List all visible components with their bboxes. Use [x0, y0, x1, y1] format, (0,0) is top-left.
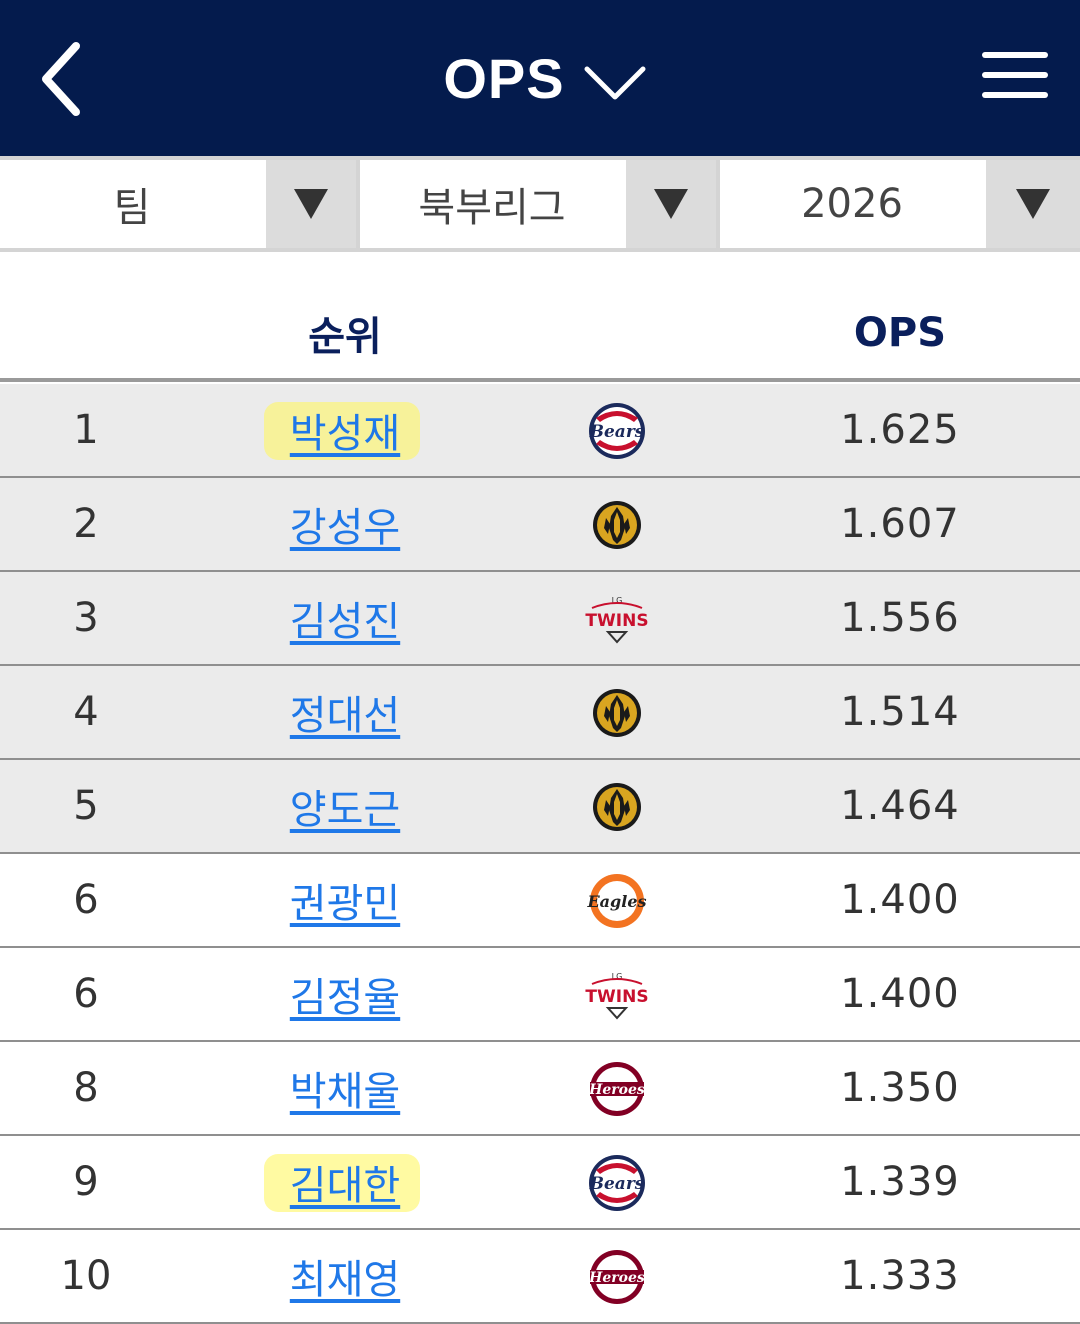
league-filter-value: 북부리그: [418, 185, 566, 231]
year-filter-value: 2026: [801, 181, 903, 227]
dropdown-arrow-icon[interactable]: [626, 160, 716, 248]
player-name-cell: 권광민: [230, 854, 460, 946]
svg-text:TWINS: TWINS: [585, 611, 648, 631]
table-row: 4 정대선 1.514: [0, 666, 1080, 760]
stat-category-dropdown[interactable]: OPS: [433, 46, 646, 111]
ops-value-cell: 1.400: [840, 971, 960, 1017]
ops-value-cell: 1.464: [840, 783, 960, 829]
ops-value-cell: 1.333: [840, 1253, 960, 1299]
player-name-link[interactable]: 양도근: [290, 777, 400, 835]
player-name-link[interactable]: 김대한: [290, 1153, 400, 1211]
rank-column-header[interactable]: 순위: [230, 308, 460, 360]
chevron-down-icon: [584, 66, 646, 100]
table-row: 6 권광민 Eagles 1.400: [0, 854, 1080, 948]
svg-text:Bears: Bears: [589, 1174, 645, 1194]
team-logo-icon: Bears: [589, 1155, 645, 1211]
filter-bar: 팀 북부리그 2026: [0, 156, 1080, 252]
team-logo-icon: Heroes: [588, 1250, 645, 1304]
team-logo-icon: [593, 689, 641, 737]
player-name-cell: 김대한: [230, 1136, 460, 1228]
league-filter-select[interactable]: 북부리그: [360, 160, 716, 248]
ops-value-cell: 1.339: [840, 1159, 960, 1205]
team-logo-icon: Bears: [589, 403, 645, 459]
table-row: 8 박채울 Heroes 1.350: [0, 1042, 1080, 1136]
player-name-cell: 정대선: [230, 666, 460, 758]
team-logo-icon: Heroes: [588, 1062, 645, 1116]
rank-cell: 9: [73, 1159, 99, 1205]
player-name-link[interactable]: 최재영: [290, 1247, 400, 1305]
team-filter-select[interactable]: 팀: [0, 160, 356, 248]
ops-column-header[interactable]: OPS: [800, 308, 1000, 358]
top-app-bar: OPS: [0, 0, 1080, 156]
rank-cell: 1: [73, 407, 99, 453]
player-name-cell: 김성진: [230, 572, 460, 664]
rank-cell: 4: [73, 689, 99, 735]
ops-value-cell: 1.514: [840, 689, 960, 735]
table-row: 6 김정율 LG TWINS 1.400: [0, 948, 1080, 1042]
player-name-link[interactable]: 정대선: [290, 683, 400, 741]
team-logo-icon: LGTWINS: [585, 596, 649, 644]
dropdown-arrow-icon[interactable]: [266, 160, 356, 248]
team-logo-icon: Eagles: [586, 874, 647, 928]
team-logo-icon: [593, 783, 641, 831]
table-row: 2 강성우 1.607: [0, 478, 1080, 572]
rank-cell: 2: [73, 501, 99, 547]
ops-value-cell: 1.556: [840, 595, 960, 641]
table-row: 9 김대한 Bears 1.339: [0, 1136, 1080, 1230]
ops-value-cell: 1.350: [840, 1065, 960, 1111]
player-name-cell: 양도근: [230, 760, 460, 852]
player-name-cell: 박성재: [230, 384, 460, 476]
chevron-left-icon: [42, 42, 80, 116]
back-button[interactable]: [30, 36, 100, 122]
table-row: 3 김성진 LG TWINS 1.556: [0, 572, 1080, 666]
rank-cell: 6: [73, 971, 99, 1017]
ops-value-cell: 1.400: [840, 877, 960, 923]
player-name-cell: 박채울: [230, 1042, 460, 1134]
table-row: 10 최재영 Heroes 1.333: [0, 1230, 1080, 1324]
table-row: 1 박성재 Bears 1.625: [0, 384, 1080, 478]
rank-cell: 6: [73, 877, 99, 923]
player-name-link[interactable]: 박성재: [290, 401, 400, 459]
table-header: 순위 OPS: [0, 252, 1080, 382]
page-title: OPS: [443, 46, 565, 110]
ops-value-cell: 1.625: [840, 407, 960, 453]
rank-cell: 8: [73, 1065, 99, 1111]
hamburger-menu-icon[interactable]: [982, 52, 1048, 102]
player-name-link[interactable]: 강성우: [290, 495, 400, 553]
rank-cell: 5: [73, 783, 99, 829]
svg-text:Heroes: Heroes: [588, 1082, 645, 1098]
player-name-cell: 김정율: [230, 948, 460, 1040]
player-name-cell: 강성우: [230, 478, 460, 570]
player-name-link[interactable]: 김성진: [290, 589, 400, 647]
team-logo-icon: [593, 501, 641, 549]
svg-text:Heroes: Heroes: [588, 1270, 645, 1286]
player-name-link[interactable]: 권광민: [290, 871, 400, 929]
rank-cell: 3: [73, 595, 99, 641]
team-logo-icon: LGTWINS: [585, 972, 649, 1020]
player-name-cell: 최재영: [230, 1230, 460, 1322]
rank-cell: 10: [60, 1253, 112, 1299]
svg-text:Eagles: Eagles: [586, 892, 646, 911]
table-row: 5 양도근 1.464: [0, 760, 1080, 854]
svg-text:Bears: Bears: [589, 422, 645, 442]
player-name-link[interactable]: 박채울: [290, 1059, 400, 1117]
year-filter-select[interactable]: 2026: [720, 160, 1080, 248]
svg-text:TWINS: TWINS: [585, 987, 648, 1007]
dropdown-arrow-icon[interactable]: [986, 160, 1080, 248]
team-filter-value: 팀: [113, 185, 151, 231]
ops-value-cell: 1.607: [840, 501, 960, 547]
player-name-link[interactable]: 김정율: [290, 965, 400, 1023]
